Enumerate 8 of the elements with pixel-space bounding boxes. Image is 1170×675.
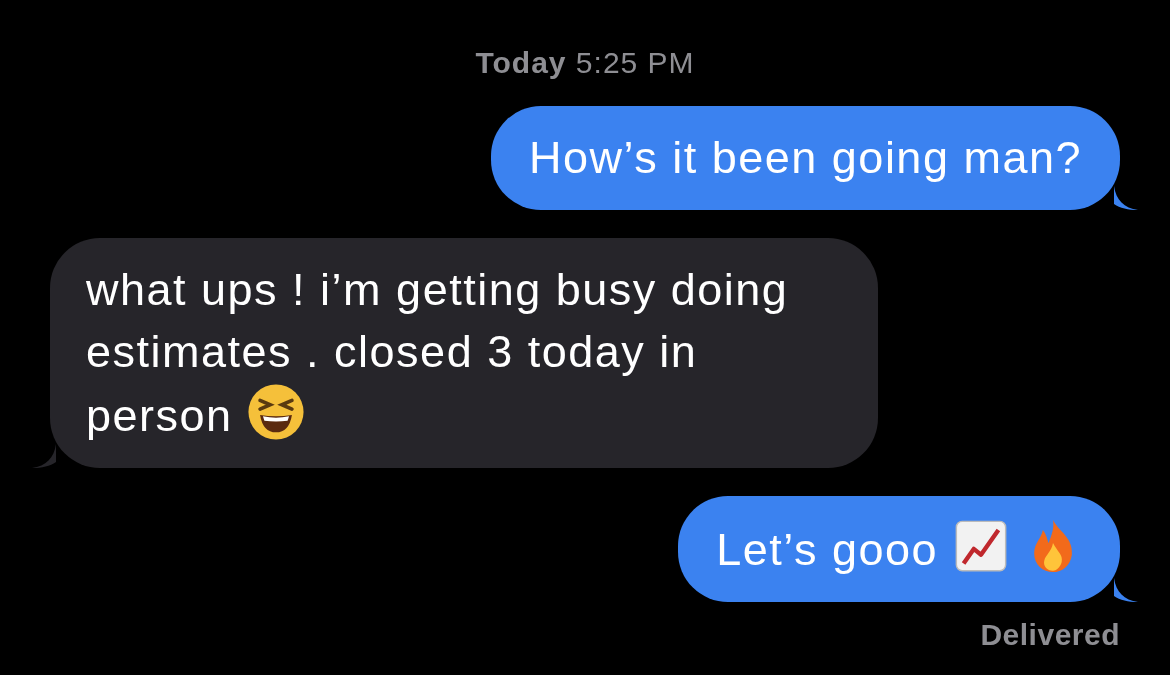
laughing-emoji-icon — [246, 383, 305, 441]
bubble-tail — [32, 444, 56, 468]
message-text: How’s it been going man? — [529, 132, 1082, 183]
timestamp: Today 5:25 PM — [475, 46, 695, 80]
bubble-tail — [1114, 186, 1138, 210]
delivery-status: Delivered — [980, 618, 1120, 652]
bubble-tail — [1114, 578, 1138, 602]
message-text: Let’s gooo — [716, 524, 1082, 575]
